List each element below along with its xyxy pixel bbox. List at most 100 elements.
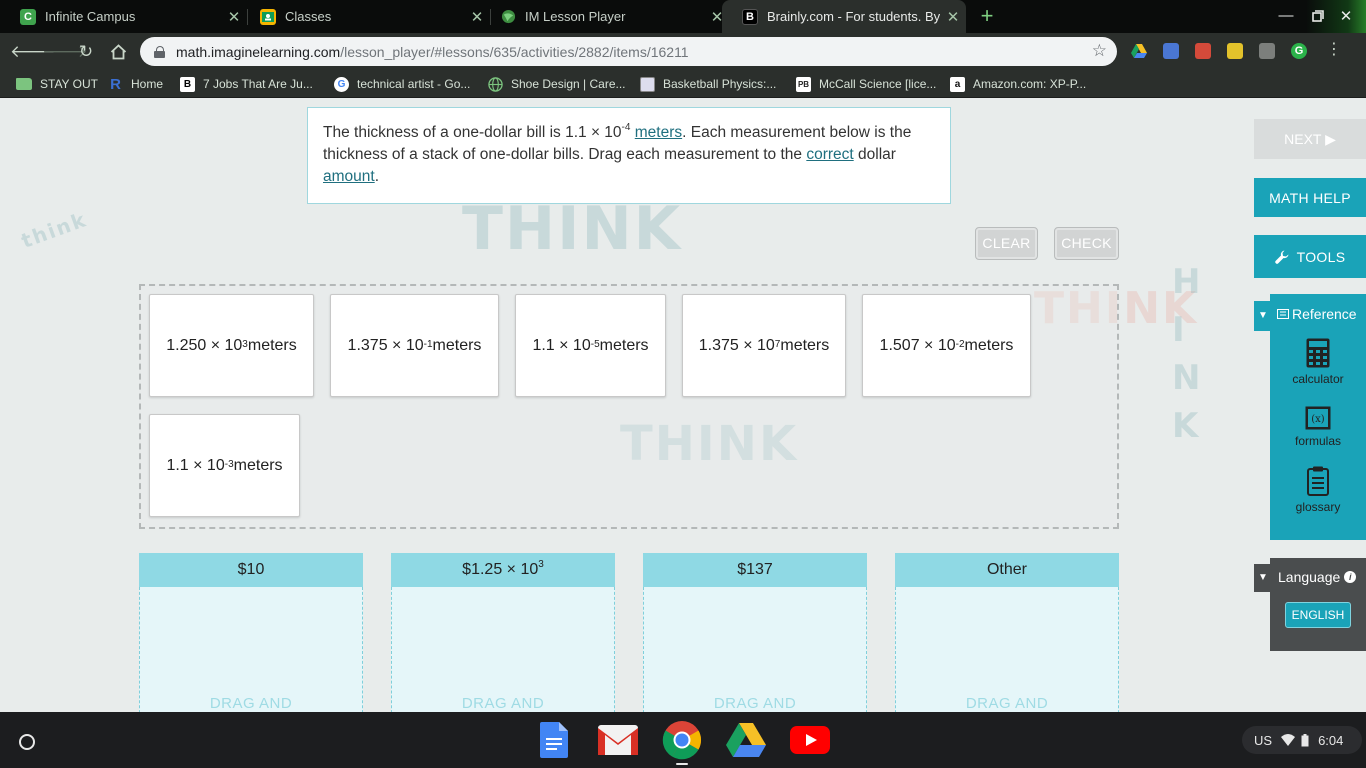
tab-im-lesson-player[interactable]: IM Lesson Player ✕ bbox=[480, 0, 730, 33]
bin-drop-area[interactable]: DRAG AND bbox=[391, 587, 615, 712]
globe-icon bbox=[488, 76, 503, 92]
draggable-card[interactable]: 1.250 × 10 3 meters bbox=[149, 294, 314, 397]
bin-header: $1.25 × 103 bbox=[391, 553, 615, 587]
prompt-text: dollar bbox=[853, 146, 896, 163]
lock-icon bbox=[154, 45, 166, 58]
calculator-label: calculator bbox=[1292, 372, 1344, 386]
tab-infinite-campus[interactable]: C Infinite Campus ✕ bbox=[0, 0, 247, 33]
draggable-card[interactable]: 1.1 × 10 -5 meters bbox=[515, 294, 666, 397]
tab-title: IM Lesson Player bbox=[525, 9, 626, 24]
close-tab-icon[interactable]: ✕ bbox=[940, 8, 966, 26]
new-tab-button[interactable]: + bbox=[975, 5, 999, 29]
drop-bin-137[interactable]: $137 DRAG AND bbox=[643, 553, 867, 712]
browser-toolbar: 🡐 🡒 ↻ math.imaginelearning.com/lesson_pl… bbox=[0, 33, 1366, 70]
drop-bin-1250[interactable]: $1.25 × 103 DRAG AND bbox=[391, 553, 615, 712]
collapse-triangle-icon[interactable]: ▼ bbox=[1254, 564, 1272, 592]
bookmark-amazon[interactable]: a Amazon.com: XP-P... bbox=[950, 75, 1086, 93]
infinite-campus-icon: C bbox=[20, 8, 36, 25]
grammarly-icon[interactable]: G bbox=[1291, 43, 1307, 59]
launcher-icon[interactable] bbox=[19, 734, 35, 750]
card-base: 1.507 × 10 bbox=[879, 336, 956, 354]
site-icon bbox=[640, 76, 655, 92]
book-icon bbox=[1277, 309, 1289, 319]
bookmark-technical-artist[interactable]: G technical artist - Go... bbox=[334, 75, 470, 93]
drop-bin-other[interactable]: Other DRAG AND bbox=[895, 553, 1119, 712]
next-button[interactable]: NEXT ▶ bbox=[1254, 119, 1366, 159]
draggable-card[interactable]: 1.375 × 10 -1 meters bbox=[330, 294, 499, 397]
draggable-card[interactable]: 1.375 × 10 7 meters bbox=[682, 294, 846, 397]
glossary-tool[interactable]: glossary bbox=[1270, 466, 1366, 514]
menu-kebab-icon[interactable]: ⋮ bbox=[1326, 42, 1342, 59]
bookmark-star-icon[interactable]: ☆ bbox=[1092, 41, 1107, 61]
english-language-button[interactable]: ENGLISH bbox=[1285, 602, 1351, 628]
tab-strip: C Infinite Campus ✕ Classes ✕ IM Lesson … bbox=[0, 0, 1366, 33]
card-base: 1.1 × 10 bbox=[532, 336, 591, 354]
language-label: Language bbox=[1278, 569, 1341, 585]
tab-title: Infinite Campus bbox=[45, 9, 136, 24]
bookmark-mccall-science[interactable]: PB McCall Science [lice... bbox=[796, 75, 936, 93]
bin-label: $10 bbox=[237, 561, 265, 578]
bin-hint: DRAG AND bbox=[209, 695, 293, 712]
glossary-link-amount[interactable]: amount bbox=[323, 168, 375, 185]
info-icon[interactable]: i bbox=[1344, 571, 1357, 583]
clock: 6:04 bbox=[1318, 732, 1344, 748]
close-window-icon[interactable]: ✕ bbox=[1336, 7, 1356, 25]
home-icon[interactable] bbox=[106, 40, 130, 64]
language-header[interactable]: Language i bbox=[1278, 569, 1357, 585]
battery-icon bbox=[1301, 733, 1309, 746]
clipboard-icon bbox=[1307, 466, 1329, 496]
bookmark-7-jobs[interactable]: B 7 Jobs That Are Ju... bbox=[180, 75, 313, 93]
bin-label: Other bbox=[986, 561, 1027, 578]
back-arrow-icon[interactable]: 🡐 bbox=[10, 40, 56, 64]
glossary-link-meters[interactable]: meters bbox=[635, 124, 682, 141]
google-docs-icon[interactable] bbox=[534, 720, 574, 760]
bin-drop-area[interactable]: DRAG AND bbox=[139, 587, 363, 712]
card-unit: meters bbox=[964, 336, 1014, 354]
formulas-tool[interactable]: (x) formulas bbox=[1270, 406, 1366, 448]
draggable-card[interactable]: 1.1 × 10 -3 meters bbox=[149, 414, 300, 517]
minimize-icon[interactable]: — bbox=[1276, 7, 1296, 24]
brainly-icon: B bbox=[742, 8, 758, 25]
extension-gray-icon[interactable] bbox=[1259, 43, 1275, 59]
tools-button[interactable]: TOOLS bbox=[1254, 235, 1366, 278]
chrome-icon[interactable] bbox=[662, 720, 702, 760]
glossary-link-correct[interactable]: correct bbox=[806, 146, 853, 163]
background-doodle: H I N K bbox=[1172, 262, 1203, 446]
bin-drop-area[interactable]: DRAG AND bbox=[895, 587, 1119, 712]
forward-arrow-icon[interactable]: 🡒 bbox=[42, 40, 88, 64]
card-base: 1.375 × 10 bbox=[347, 336, 424, 354]
address-bar[interactable]: math.imaginelearning.com/lesson_player/#… bbox=[140, 37, 1117, 66]
check-button[interactable]: CHECK bbox=[1054, 227, 1119, 260]
bookmark-label: technical artist - Go... bbox=[357, 77, 471, 91]
status-area[interactable]: US 6:04 bbox=[1242, 726, 1362, 754]
extension-red-icon[interactable] bbox=[1195, 43, 1211, 59]
clear-button[interactable]: CLEAR bbox=[975, 227, 1038, 260]
bookmark-label: 7 Jobs That Are Ju... bbox=[203, 77, 313, 91]
bookmark-basketball-physics[interactable]: Basketball Physics:... bbox=[640, 75, 776, 93]
reload-icon[interactable]: ↻ bbox=[74, 40, 98, 64]
tab-brainly[interactable]: B Brainly.com - For students. By st ✕ bbox=[722, 0, 966, 33]
youtube-icon[interactable] bbox=[790, 720, 830, 760]
bookmark-home[interactable]: R Home bbox=[108, 75, 163, 93]
bin-hint: DRAG AND bbox=[461, 695, 545, 712]
tab-classes[interactable]: Classes ✕ bbox=[240, 0, 490, 33]
restore-icon[interactable] bbox=[1308, 7, 1328, 26]
bookmark-stay-out[interactable]: STAY OUT bbox=[16, 75, 98, 93]
reference-header[interactable]: Reference bbox=[1277, 306, 1357, 322]
google-drive-icon[interactable] bbox=[726, 720, 766, 760]
extension-classroom-icon[interactable] bbox=[1227, 43, 1243, 59]
math-help-button[interactable]: MATH HELP bbox=[1254, 178, 1366, 217]
gmail-icon[interactable] bbox=[598, 720, 638, 760]
glossary-label: glossary bbox=[1295, 500, 1341, 514]
bookmark-label: STAY OUT bbox=[40, 77, 99, 91]
collapse-triangle-icon[interactable]: ▼ bbox=[1254, 301, 1272, 331]
bin-drop-area[interactable]: DRAG AND bbox=[643, 587, 867, 712]
google-drive-icon[interactable] bbox=[1131, 43, 1147, 59]
card-base: 1.375 × 10 bbox=[698, 336, 775, 354]
draggable-card[interactable]: 1.507 × 10 -2 meters bbox=[862, 294, 1031, 397]
calculator-tool[interactable]: calculator bbox=[1270, 338, 1366, 386]
bookmark-shoe-design[interactable]: Shoe Design | Care... bbox=[488, 75, 626, 93]
formulas-label: formulas bbox=[1294, 434, 1341, 448]
extension-blue-icon[interactable] bbox=[1163, 43, 1179, 59]
drop-bin-10[interactable]: $10 DRAG AND bbox=[139, 553, 363, 712]
